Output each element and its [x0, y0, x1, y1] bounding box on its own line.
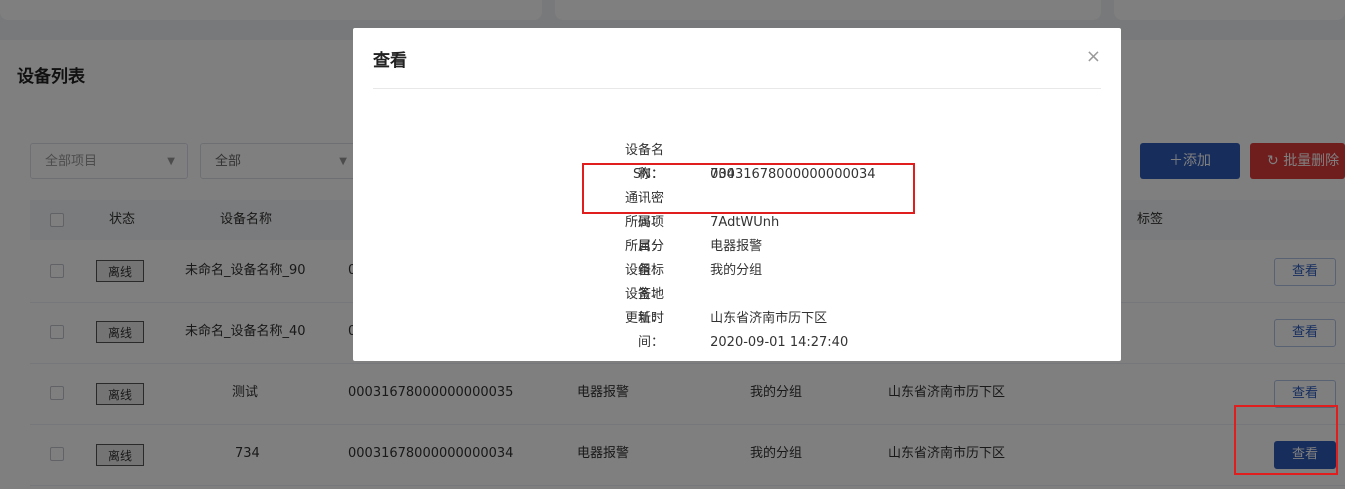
highlight-box-credentials	[582, 163, 915, 214]
dialog-divider	[373, 88, 1101, 89]
detail-row-updated: 更新时间： 2020-09-01 14:27:40	[600, 307, 848, 355]
dialog-title: 查看	[373, 51, 407, 71]
close-icon[interactable]: ×	[1086, 46, 1101, 67]
highlight-box-view-button	[1234, 405, 1338, 475]
detail-value: 我的分组	[710, 263, 763, 278]
detail-value: 2020-09-01 14:27:40	[710, 335, 849, 350]
detail-label: 更新时间：	[624, 311, 664, 350]
